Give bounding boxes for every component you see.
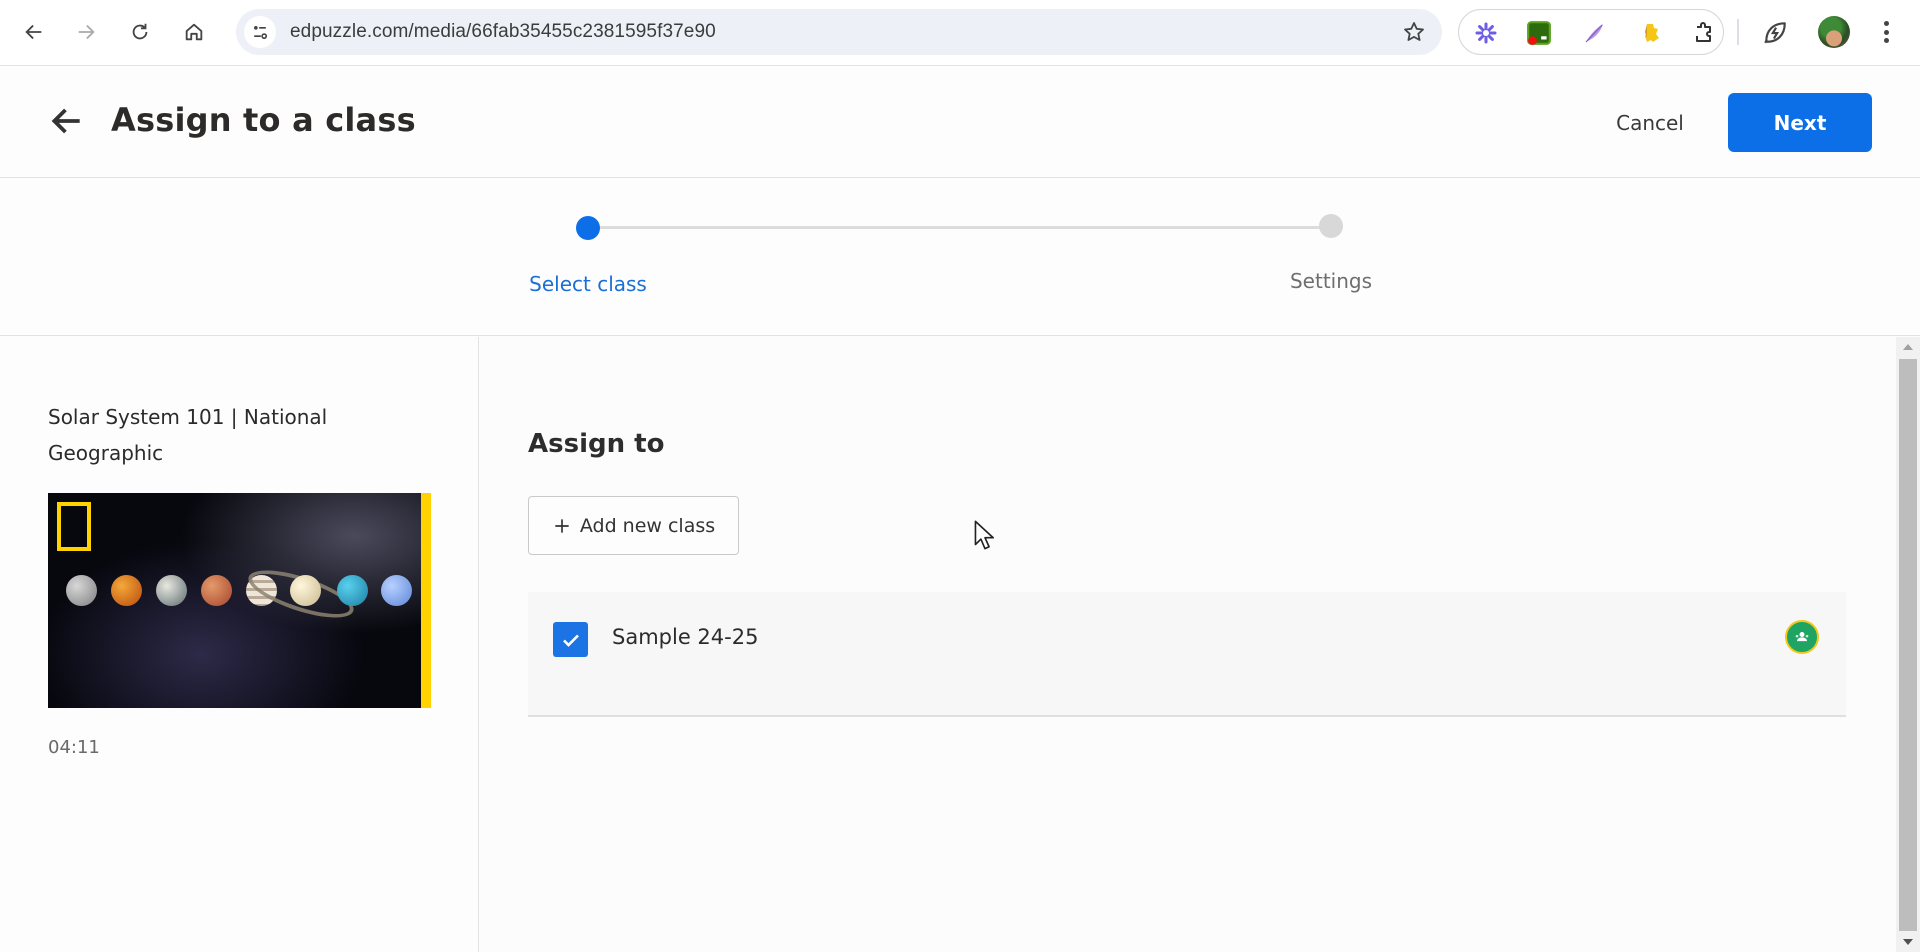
stepper-track <box>588 226 1331 229</box>
plus-icon <box>555 518 569 533</box>
class-checkbox[interactable] <box>553 622 588 657</box>
planet-mars <box>201 575 232 606</box>
cancel-button[interactable]: Cancel <box>1600 93 1700 152</box>
progress-stepper: Select class Settings <box>0 178 1920 336</box>
home-icon <box>185 23 203 41</box>
puzzle-extension-icon[interactable] <box>1638 20 1664 46</box>
url-text[interactable]: edpuzzle.com/media/66fab35455c2381595f37… <box>290 21 716 43</box>
toolbar-separator <box>1737 19 1739 45</box>
address-bar[interactable]: edpuzzle.com/media/66fab35455c2381595f37… <box>236 9 1442 55</box>
profile-avatar[interactable] <box>1818 16 1850 48</box>
site-info-button[interactable] <box>244 16 276 48</box>
reload-icon <box>132 23 148 40</box>
planet-uranus <box>337 575 368 606</box>
class-list-item[interactable]: Sample 24-25 <box>528 592 1846 717</box>
video-duration: 04:11 <box>48 737 100 758</box>
browser-back-button[interactable] <box>16 14 52 50</box>
energy-saver-icon[interactable] <box>1762 19 1788 45</box>
arrow-right-icon <box>78 24 95 40</box>
google-classroom-icon <box>1785 620 1819 654</box>
video-title: Solar System 101 | National Geographic <box>48 405 328 465</box>
page-title: Assign to a class <box>111 101 416 139</box>
page-scrollbar[interactable] <box>1896 337 1920 952</box>
scroll-up-arrow-icon[interactable] <box>1896 337 1920 357</box>
planet-neptune <box>381 575 412 606</box>
step-dot-settings[interactable] <box>1319 214 1343 238</box>
browser-reload-button[interactable] <box>122 14 158 50</box>
checkmark-icon <box>562 634 579 647</box>
step-label-settings[interactable]: Settings <box>1290 269 1372 293</box>
sparkle-extension-icon[interactable] <box>1473 20 1499 46</box>
extensions-group <box>1458 9 1724 55</box>
natgeo-yellow-border <box>421 493 431 708</box>
assign-to-heading: Assign to <box>528 429 665 459</box>
step-label-select-class[interactable]: Select class <box>529 272 647 296</box>
page-header: Assign to a class Cancel Next <box>0 66 1920 178</box>
natgeo-logo-icon <box>57 502 91 551</box>
planet-venus <box>111 575 142 606</box>
video-thumbnail[interactable] <box>48 493 431 708</box>
mouse-cursor-icon <box>974 520 995 550</box>
scrollbar-thumb[interactable] <box>1899 359 1917 931</box>
quill-extension-icon[interactable] <box>1581 20 1607 46</box>
extensions-icon[interactable] <box>1691 20 1717 46</box>
back-arrow-icon[interactable] <box>48 102 86 140</box>
bookmark-star-icon[interactable] <box>1402 20 1426 44</box>
planet-earth <box>156 575 187 606</box>
assign-panel: Assign to Add new class Sample 24-25 <box>480 337 1896 952</box>
next-button[interactable]: Next <box>1728 93 1872 152</box>
scroll-down-arrow-icon[interactable] <box>1896 932 1920 952</box>
classroom-screen-extension-icon[interactable] <box>1526 20 1552 46</box>
add-new-class-button[interactable]: Add new class <box>528 496 739 555</box>
arrow-left-icon <box>25 24 42 40</box>
add-new-class-label: Add new class <box>579 514 716 537</box>
video-info-panel: Solar System 101 | National Geographic 0… <box>0 337 479 952</box>
browser-toolbar: edpuzzle.com/media/66fab35455c2381595f37… <box>0 0 1920 66</box>
class-name: Sample 24-25 <box>612 625 759 649</box>
browser-menu-button[interactable] <box>1876 18 1896 46</box>
planet-saturn <box>290 575 321 606</box>
tune-icon <box>254 26 268 40</box>
browser-forward-button[interactable] <box>68 14 104 50</box>
step-dot-select-class[interactable] <box>576 216 600 240</box>
browser-home-button[interactable] <box>176 14 212 50</box>
planet-mercury <box>66 575 97 606</box>
